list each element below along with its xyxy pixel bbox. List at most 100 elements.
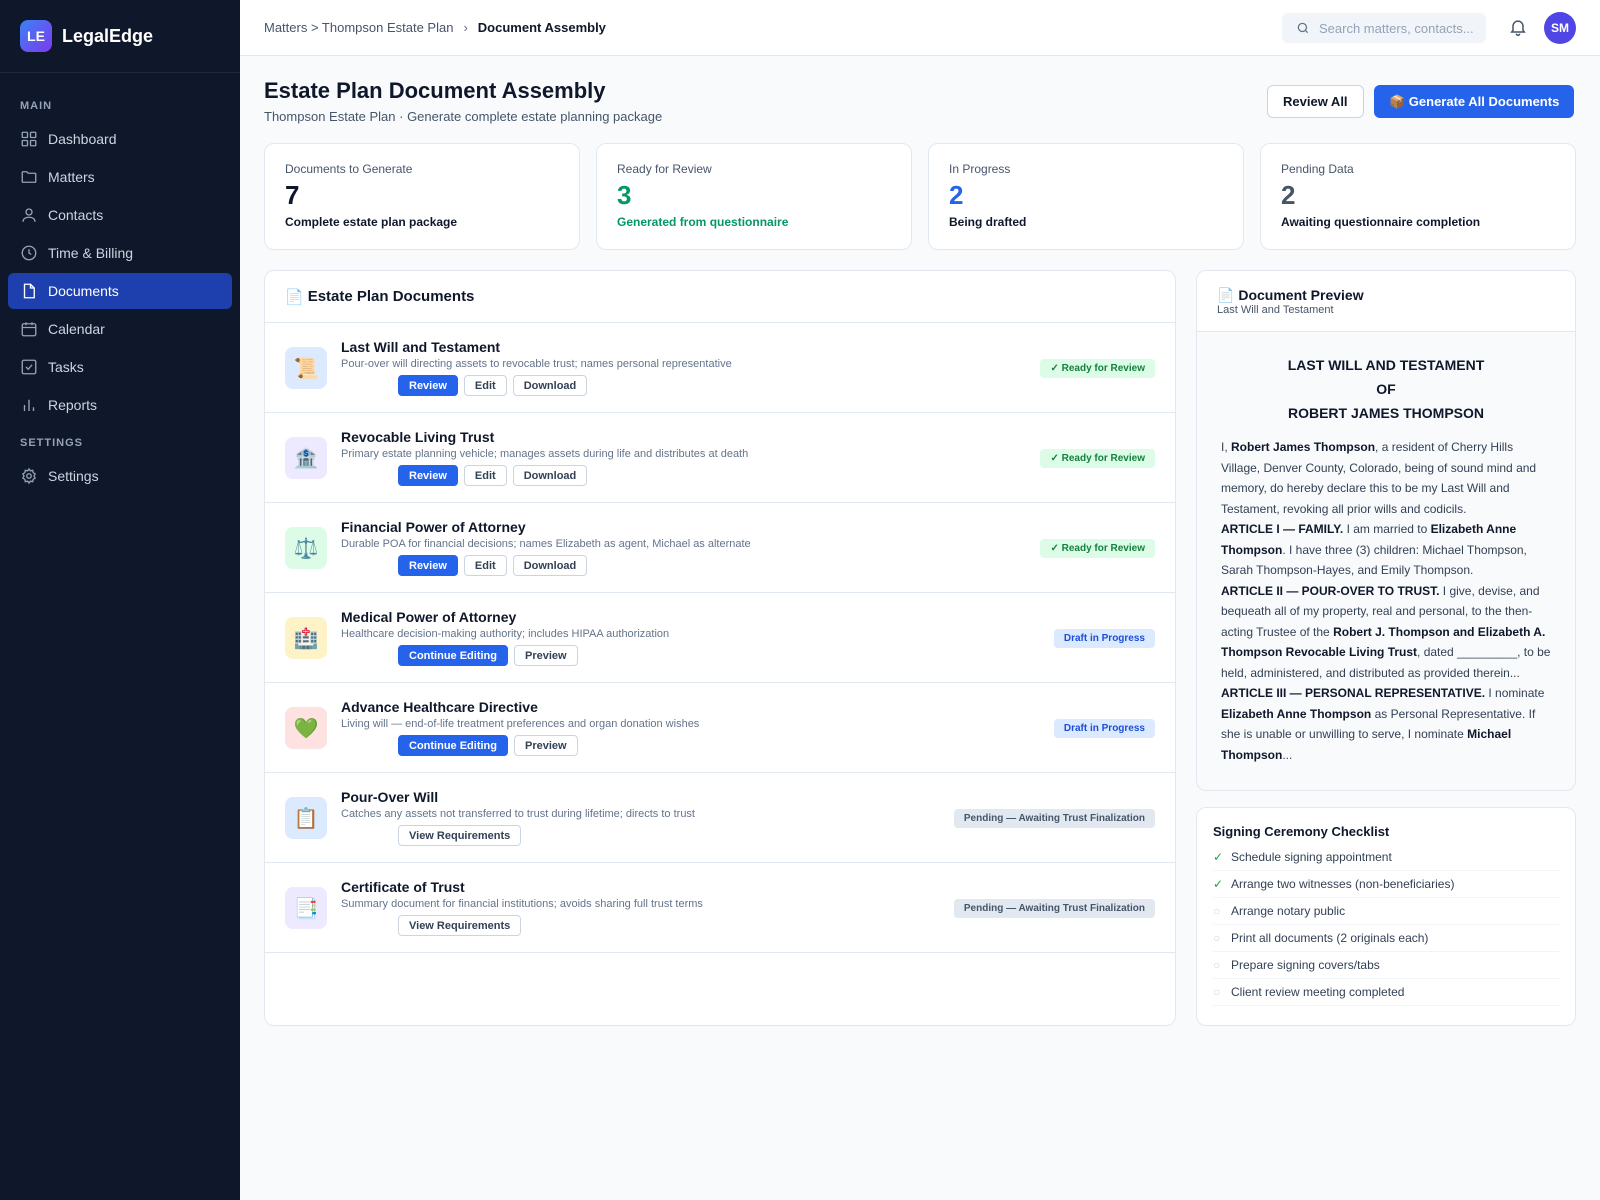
preview-title-text: Document Preview <box>1238 287 1364 303</box>
sidebar-item-matters[interactable]: Matters <box>8 159 232 195</box>
preview-bold-text: ARTICLE III — PERSONAL REPRESENTATIVE. <box>1221 686 1486 700</box>
continue-editing-button[interactable]: Continue Editing <box>398 645 508 666</box>
brand-name: LegalEdge <box>62 25 154 46</box>
sidebar-item-settings[interactable]: Settings <box>8 458 232 494</box>
sidebar-item-tasks[interactable]: Tasks <box>8 349 232 385</box>
document-type-icon: 📑 <box>285 887 327 929</box>
document-title[interactable]: Certificate of Trust <box>341 879 465 895</box>
sidebar-item-documents[interactable]: Documents <box>8 273 232 309</box>
document-actions: View Requirements <box>398 825 522 846</box>
document-row[interactable]: 📋 Pour-Over Will Catches any assets not tr… <box>265 773 1175 863</box>
document-title[interactable]: Advance Healthcare Directive <box>341 699 538 715</box>
review-button[interactable]: Review <box>398 555 458 576</box>
sidebar-item-reports[interactable]: Reports <box>8 387 232 423</box>
gear-icon <box>20 467 38 485</box>
download-button[interactable]: Download <box>512 555 588 576</box>
sidebar: LE LegalEdge MAIN Dashboard Matters Contac… <box>0 0 240 1200</box>
circle-icon: ○ <box>1213 931 1221 945</box>
document-type-icon: 🏦 <box>285 437 327 479</box>
sidebar-item-label: Time & Billing <box>48 245 134 261</box>
document-title[interactable]: Last Will and Testament <box>341 339 500 355</box>
document-row[interactable]: ⚖️ Financial Power of Attorney Durable POA… <box>265 503 1175 593</box>
bar-chart-icon <box>20 396 38 414</box>
sidebar-item-dashboard[interactable]: Dashboard <box>8 121 232 157</box>
status-badge: Draft in Progress <box>1053 719 1155 738</box>
avatar[interactable]: SM <box>1544 12 1576 44</box>
download-button[interactable]: Download <box>512 375 588 396</box>
preview-text: ... <box>1282 747 1293 762</box>
sidebar-item-label: Documents <box>48 283 119 299</box>
document-title[interactable]: Revocable Living Trust <box>341 429 494 445</box>
download-button[interactable]: Download <box>512 465 588 486</box>
document-row[interactable]: 🏥 Medical Power of Attorney Healthcare dec… <box>265 593 1175 683</box>
preview-text: I, <box>1221 440 1232 454</box>
review-button[interactable]: Review <box>398 375 458 396</box>
page-title: Estate Plan Document Assembly <box>264 78 606 103</box>
review-all-button[interactable]: Review All <box>1267 85 1364 118</box>
checklist-item[interactable]: ○ Client review meeting completed <box>1213 979 1559 1006</box>
view-requirements-button[interactable]: View Requirements <box>398 915 522 936</box>
sidebar-item-calendar[interactable]: Calendar <box>8 311 232 347</box>
breadcrumb-path[interactable]: Matters > Thompson Estate Plan <box>264 20 453 35</box>
circle-icon: ○ <box>1213 985 1221 999</box>
sidebar-item-time-billing[interactable]: Time & Billing <box>8 235 232 271</box>
dashboard-icon <box>20 130 38 148</box>
circle-icon: ○ <box>1213 904 1221 918</box>
preview-button[interactable]: Preview <box>513 645 578 666</box>
stat-label: In Progress <box>949 162 1011 176</box>
document-type-icon: 📋 <box>285 797 327 839</box>
edit-button[interactable]: Edit <box>463 375 507 396</box>
generate-all-button[interactable]: 📦 Generate All Documents <box>1374 85 1575 118</box>
stat-card: Ready for Review 3 Generated from question… <box>596 143 912 250</box>
document-row[interactable]: 📜 Last Will and Testament Pour-over will d… <box>265 323 1175 413</box>
user-icon <box>20 206 38 224</box>
stat-value: 7 <box>285 180 300 210</box>
review-button[interactable]: Review <box>398 465 458 486</box>
preview-doc-body: I, Robert James Thompson, a resident of … <box>1197 437 1575 765</box>
stat-label: Pending Data <box>1281 162 1354 176</box>
document-row[interactable]: 🏦 Revocable Living Trust Primary estate pl… <box>265 413 1175 503</box>
checklist-item[interactable]: ✓ Arrange two witnesses (non-beneficiarie… <box>1213 871 1559 898</box>
preview-button[interactable]: Preview <box>513 735 578 756</box>
status-badge: Pending — Awaiting Trust Finalization <box>953 899 1155 918</box>
checklist-item[interactable]: ○ Print all documents (2 originals each) <box>1213 925 1559 952</box>
document-title[interactable]: Pour-Over Will <box>341 789 438 805</box>
document-actions: Review Edit Download <box>398 375 588 396</box>
preview-text: I am married to <box>1343 522 1431 536</box>
document-icon: 📄 <box>285 288 304 306</box>
checklist-item-label: Print all documents (2 originals each) <box>1231 931 1429 945</box>
document-preview-panel: 📄 Document Preview Last Will and Testame… <box>1196 270 1576 791</box>
preview-header: 📄 Document Preview Last Will and Testame… <box>1197 271 1575 332</box>
sidebar-item-label: Matters <box>48 169 95 185</box>
preview-text: I nominate <box>1485 686 1545 700</box>
preview-paragraph: ARTICLE II — POUR-OVER TO TRUST. I give,… <box>1221 581 1555 684</box>
checklist-item-label: Arrange two witnesses (non-beneficiaries… <box>1231 877 1455 891</box>
bell-icon[interactable] <box>1508 17 1528 37</box>
preview-doc-heading: LAST WILL AND TESTAMENT OF ROBERT JAMES … <box>1197 353 1575 425</box>
preview-paragraph: ARTICLE I — FAMILY. I am married to Eliz… <box>1221 519 1555 581</box>
checklist-item[interactable]: ✓ Schedule signing appointment <box>1213 844 1559 871</box>
continue-editing-button[interactable]: Continue Editing <box>398 735 508 756</box>
search-input[interactable]: Search matters, contacts... <box>1282 13 1486 43</box>
stat-subtext: Being drafted <box>949 215 1027 229</box>
status-badge: ✓ Ready for Review <box>1040 539 1155 558</box>
document-actions: View Requirements <box>398 915 522 936</box>
edit-button[interactable]: Edit <box>463 465 507 486</box>
document-title[interactable]: Medical Power of Attorney <box>341 609 516 625</box>
documents-panel: 📄 Estate Plan Documents 📜 Last Will and T… <box>264 270 1176 1026</box>
topbar: Matters > Thompson Estate Plan › Documen… <box>240 0 1600 56</box>
breadcrumb: Matters > Thompson Estate Plan › Documen… <box>264 20 606 35</box>
sidebar-item-contacts[interactable]: Contacts <box>8 197 232 233</box>
search-placeholder: Search matters, contacts... <box>1319 20 1474 36</box>
breadcrumb-separator: › <box>463 20 468 35</box>
document-icon <box>20 282 38 300</box>
edit-button[interactable]: Edit <box>463 555 507 576</box>
checklist-item[interactable]: ○ Prepare signing covers/tabs <box>1213 952 1559 979</box>
view-requirements-button[interactable]: View Requirements <box>398 825 522 846</box>
preview-heading-line: LAST WILL AND TESTAMENT <box>1287 357 1485 373</box>
document-row[interactable]: 📑 Certificate of Trust Summary document fo… <box>265 863 1175 953</box>
checklist-item[interactable]: ○ Arrange notary public <box>1213 898 1559 925</box>
document-row[interactable]: 💚 Advance Healthcare Directive Living will… <box>265 683 1175 773</box>
document-title[interactable]: Financial Power of Attorney <box>341 519 526 535</box>
brand[interactable]: LE LegalEdge <box>0 0 240 73</box>
